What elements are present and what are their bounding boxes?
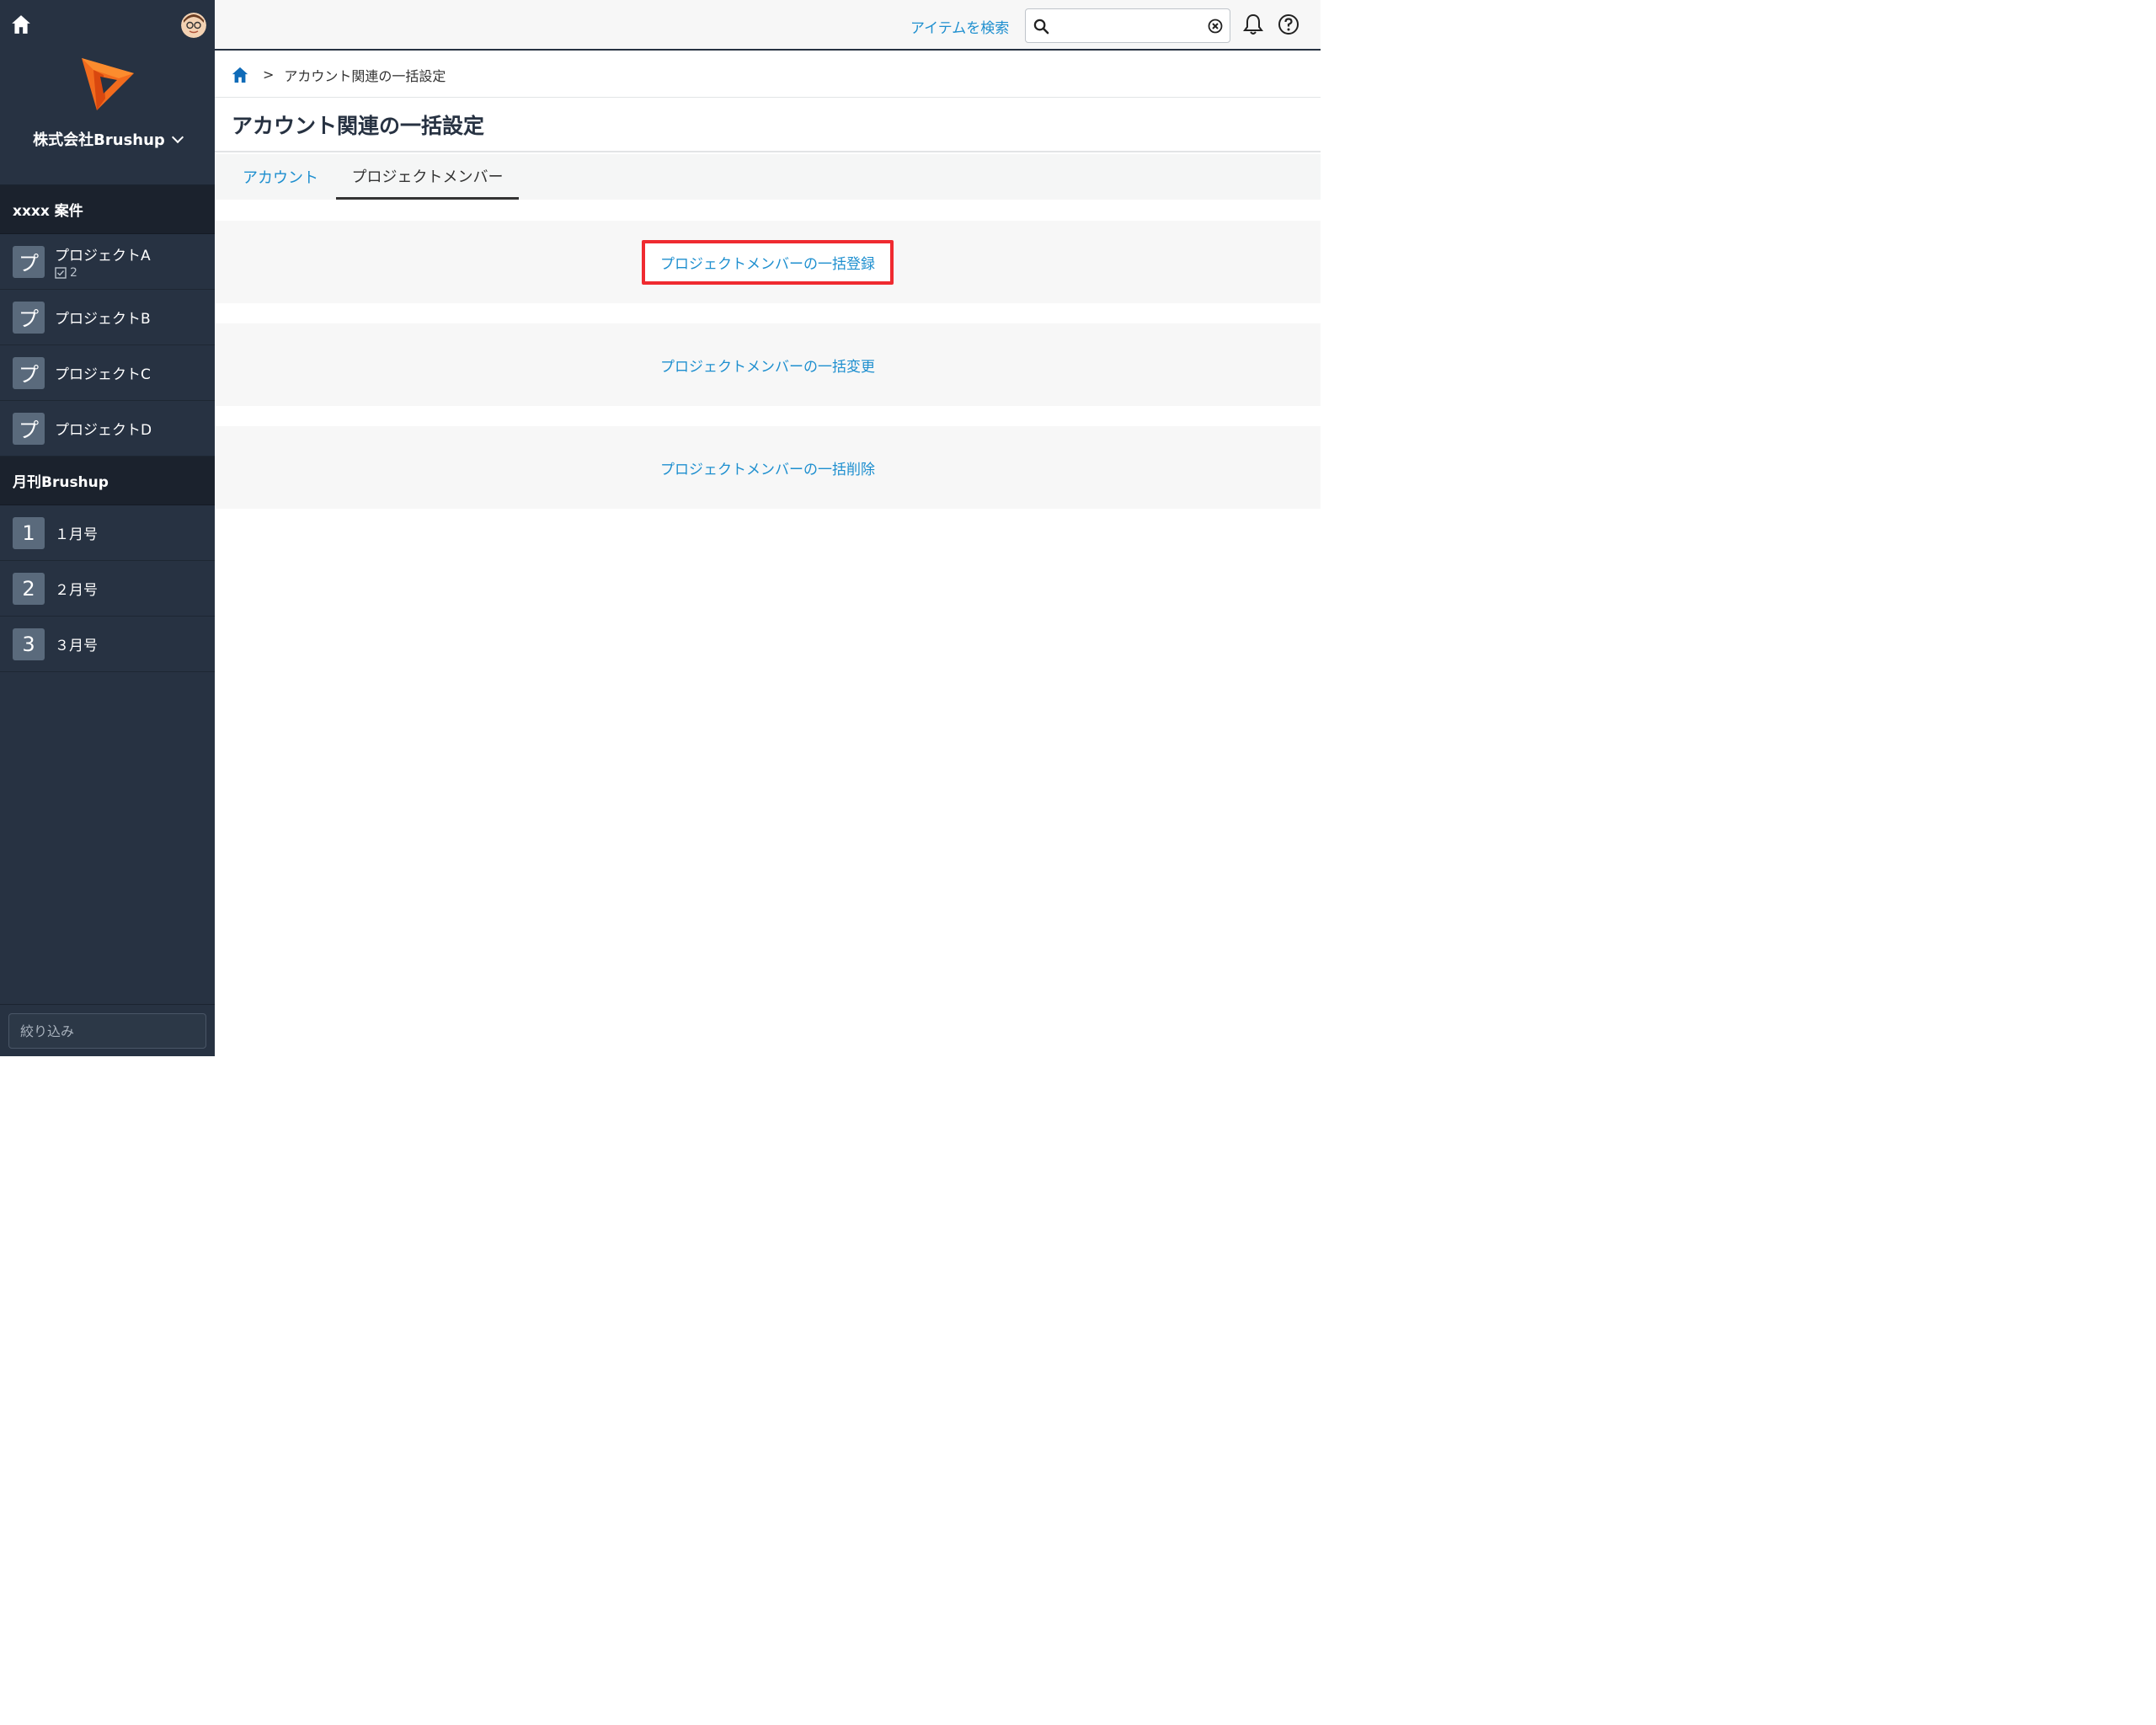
group-header-xxxx: xxxx 案件	[0, 185, 215, 234]
breadcrumb-current: アカウント関連の一括設定	[284, 67, 446, 84]
action-panel-delete: プロジェクトメンバーの一括削除	[215, 426, 1321, 509]
sidebar-item-project-a[interactable]: プ プロジェクトA 2	[0, 234, 215, 290]
sidebar-item-label: １月号	[55, 526, 98, 543]
sidebar-item-project-d[interactable]: プ プロジェクトD	[0, 401, 215, 457]
clear-icon[interactable]	[1208, 19, 1223, 34]
search-items-link[interactable]: アイテムを検索	[910, 16, 1009, 37]
page-title: アカウント関連の一括設定	[215, 98, 1321, 152]
sidebar-item-label: プロジェクトB	[55, 311, 151, 328]
search-input[interactable]	[1054, 14, 1198, 38]
sidebar-item-project-c[interactable]: プ プロジェクトC	[0, 345, 215, 401]
action-panel-register: プロジェクトメンバーの一括登録	[215, 221, 1321, 303]
group-header-monthly: 月刊Brushup	[0, 457, 215, 505]
tab-bar: アカウント プロジェクトメンバー	[215, 154, 1321, 200]
home-icon[interactable]	[10, 13, 32, 35]
sidebar-item-label: プロジェクトC	[55, 366, 151, 383]
issue-badge: 1	[13, 516, 45, 549]
sidebar-item-march[interactable]: 3 ３月号	[0, 617, 215, 672]
tab-account[interactable]: アカウント	[233, 154, 328, 200]
sidebar-item-label: ３月号	[55, 638, 98, 654]
search-box	[1025, 8, 1230, 43]
sidebar: 株式会社Brushup xxxx 案件 プ プロジェクトA 2 プ プロジェクト…	[0, 0, 215, 1056]
breadcrumb-home-icon[interactable]	[231, 66, 249, 84]
org-switcher[interactable]: 株式会社Brushup	[0, 128, 215, 150]
sidebar-item-label: ２月号	[55, 582, 98, 599]
bulk-delete-link[interactable]: プロジェクトメンバーの一括削除	[642, 447, 894, 489]
task-count-value: 2	[70, 266, 77, 280]
project-badge: プ	[13, 245, 45, 278]
task-count: 2	[55, 266, 151, 280]
project-badge: プ	[13, 301, 45, 334]
checkbox-icon	[55, 267, 67, 279]
sidebar-filter	[0, 1004, 215, 1056]
sidebar-item-january[interactable]: 1 １月号	[0, 505, 215, 561]
chevron-down-icon	[171, 131, 184, 144]
issue-badge: 3	[13, 628, 45, 660]
breadcrumb: > アカウント関連の一括設定	[215, 52, 1321, 98]
issue-badge: 2	[13, 572, 45, 605]
sidebar-item-label: プロジェクトA	[55, 248, 151, 264]
search-icon	[1033, 19, 1049, 35]
brand-logo	[78, 55, 137, 114]
project-badge: プ	[13, 412, 45, 445]
org-name: 株式会社Brushup	[33, 131, 165, 149]
tab-project-members[interactable]: プロジェクトメンバー	[336, 154, 519, 200]
sidebar-item-label: プロジェクトD	[55, 422, 152, 439]
breadcrumb-separator: >	[263, 67, 275, 83]
project-badge: プ	[13, 356, 45, 389]
filter-input[interactable]	[8, 1013, 206, 1049]
sidebar-item-february[interactable]: 2 ２月号	[0, 561, 215, 617]
bulk-register-link[interactable]: プロジェクトメンバーの一括登録	[642, 239, 894, 285]
bell-icon[interactable]	[1243, 13, 1263, 35]
avatar[interactable]	[181, 13, 206, 38]
bulk-change-link[interactable]: プロジェクトメンバーの一括変更	[642, 344, 894, 386]
action-panel-change: プロジェクトメンバーの一括変更	[215, 323, 1321, 406]
sidebar-header: 株式会社Brushup	[0, 0, 215, 185]
top-bar: アイテムを検索	[215, 0, 1321, 51]
sidebar-item-project-b[interactable]: プ プロジェクトB	[0, 290, 215, 345]
help-icon[interactable]	[1278, 13, 1299, 35]
